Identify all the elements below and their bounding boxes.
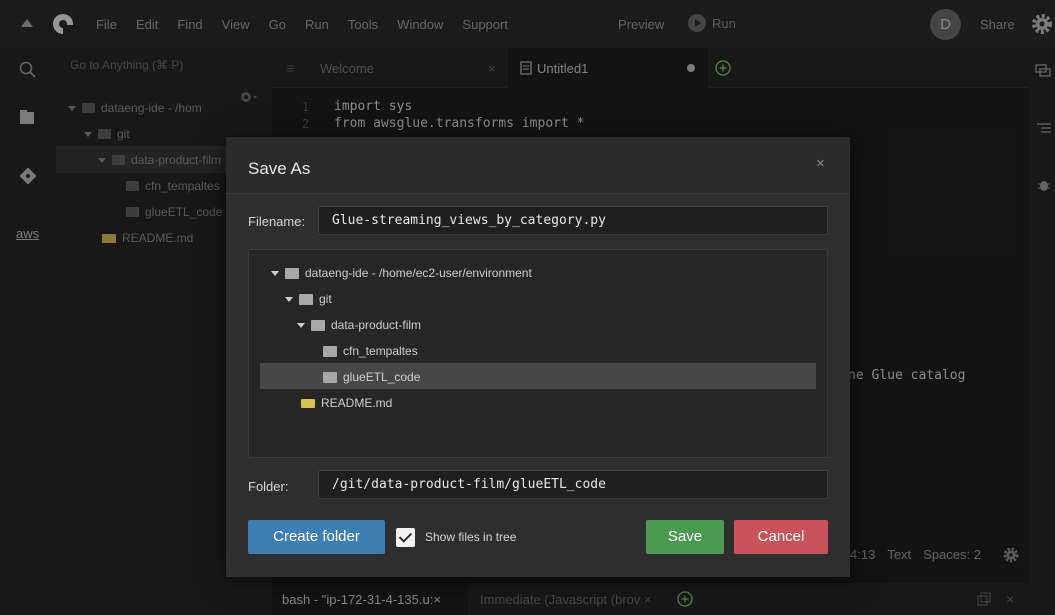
folder-icon <box>323 371 337 383</box>
folder-icon <box>323 345 337 357</box>
folder-input[interactable]: /git/data-product-film/glueETL_code <box>318 470 828 499</box>
show-files-checkbox[interactable] <box>396 528 415 547</box>
folder-label: Folder: <box>248 479 289 494</box>
dialog-header: Save As × <box>226 137 850 194</box>
save-button[interactable]: Save <box>646 520 724 554</box>
filename-label: Filename: <box>248 214 306 229</box>
folder-icon <box>285 267 299 279</box>
tree-item-cfn-tempaltes[interactable]: cfn_tempaltes <box>323 344 418 358</box>
chevron-down-icon <box>271 270 279 276</box>
folder-tree: dataeng-ide - /home/ec2-user/environment… <box>248 249 828 458</box>
filename-input[interactable]: Glue-streaming_views_by_category.py <box>318 206 828 235</box>
tree-item-label: git <box>319 292 332 306</box>
tree-item-label: README.md <box>321 396 393 410</box>
tree-item-data-product-film[interactable]: data-product-film <box>297 318 421 332</box>
tree-item-glueetl-code[interactable]: glueETL_code <box>323 370 420 384</box>
tree-item-root[interactable]: dataeng-ide - /home/ec2-user/environment <box>271 266 532 280</box>
folder-icon <box>299 293 313 305</box>
folder-icon <box>311 319 325 331</box>
close-icon[interactable]: × <box>816 155 825 172</box>
chevron-down-icon <box>297 322 305 328</box>
tree-item-path: - /home/ec2-user/environment <box>368 266 532 280</box>
cancel-button[interactable]: Cancel <box>734 520 828 554</box>
markdown-file-icon <box>301 398 315 408</box>
show-files-label[interactable]: Show files in tree <box>425 530 516 544</box>
create-folder-button[interactable]: Create folder <box>248 520 385 554</box>
tree-item-git[interactable]: git <box>285 292 332 306</box>
tree-item-label: glueETL_code <box>343 370 421 384</box>
tree-item-label: cfn_tempaltes <box>343 344 418 358</box>
tree-item-readme[interactable]: README.md <box>301 396 392 410</box>
tree-item-label: dataeng-ide <box>305 266 369 280</box>
save-as-dialog: Save As × Filename: Glue-streaming_views… <box>226 137 850 577</box>
dialog-title: Save As <box>248 159 311 178</box>
chevron-down-icon <box>285 296 293 302</box>
tree-item-label: data-product-film <box>331 318 422 332</box>
